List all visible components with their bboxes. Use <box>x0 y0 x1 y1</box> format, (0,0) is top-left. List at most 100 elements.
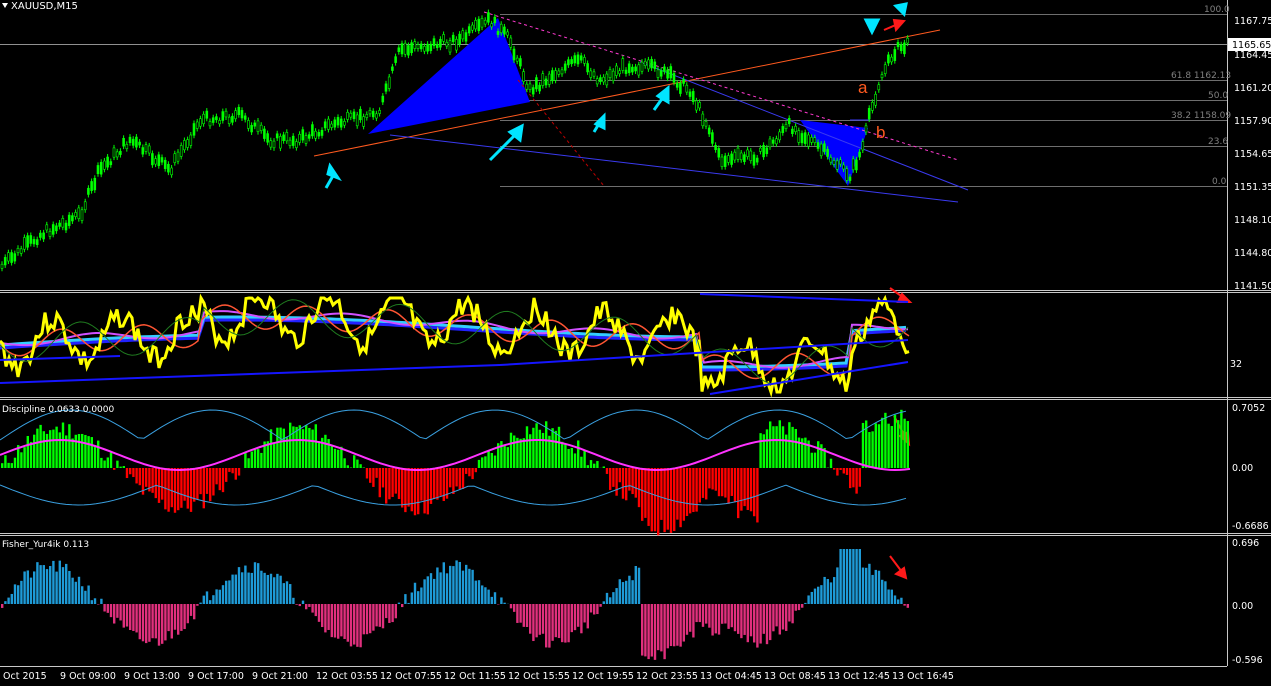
price-tick: 1144.80 <box>1234 248 1271 259</box>
discipline-bar <box>692 468 695 513</box>
fisher-bar <box>813 588 817 604</box>
time-tick: 9 Oct 21:00 <box>252 671 308 682</box>
fisher-bar <box>84 590 87 604</box>
fisher-bar <box>337 604 340 639</box>
fisher-bar <box>145 604 148 644</box>
candle-body <box>567 59 570 66</box>
candle-body <box>16 247 20 254</box>
discipline-bar <box>397 468 401 500</box>
time-tick: 12 Oct 07:55 <box>380 671 442 682</box>
candle-body <box>893 49 897 61</box>
oscillator-panel <box>0 293 910 398</box>
candle-body <box>371 110 375 118</box>
candle-body <box>231 115 234 123</box>
fisher-bar <box>695 604 698 623</box>
fisher-bar <box>196 604 199 606</box>
candle-body <box>128 136 132 143</box>
candle-body <box>755 157 759 163</box>
candle-body <box>87 187 90 195</box>
fisher-bar <box>423 579 426 604</box>
fisher-bar <box>295 604 298 605</box>
fisher-scale-top: 0.696 <box>1232 538 1259 549</box>
fisher-bar <box>845 549 849 604</box>
candle-body <box>746 149 749 157</box>
candle-body <box>234 110 237 120</box>
discipline-bar <box>282 428 285 468</box>
candle-body <box>464 32 468 42</box>
candle-body <box>195 121 199 129</box>
fisher-bar <box>301 600 305 604</box>
candle-body <box>71 215 74 222</box>
fisher-bar <box>221 585 225 604</box>
candle-body <box>595 78 599 85</box>
discipline-bar <box>212 468 215 496</box>
discipline-bar <box>727 468 730 504</box>
discipline-bar <box>81 433 84 468</box>
fisher-bar <box>74 581 77 604</box>
fisher-bar <box>513 604 516 612</box>
candle-body <box>490 23 493 28</box>
fisher-bar <box>615 588 618 604</box>
discipline-bar <box>781 426 785 468</box>
discipline-bar <box>893 414 897 468</box>
candle-body <box>727 155 730 163</box>
fisher-title: Fisher_Yur4ik 0.113 <box>2 540 89 550</box>
fisher-bar <box>724 604 727 624</box>
discipline-bar <box>401 468 404 508</box>
candle-body <box>871 102 874 111</box>
fisher-bar <box>548 604 551 648</box>
candle-body <box>496 31 500 35</box>
fisher-bar <box>484 587 487 604</box>
fisher-bar <box>109 604 113 618</box>
fisher-bar <box>647 604 650 660</box>
discipline-bar <box>721 468 724 497</box>
discipline-bar <box>221 468 225 493</box>
discipline-bar <box>679 468 682 528</box>
candle-body <box>813 137 817 144</box>
candle-body <box>343 121 346 126</box>
candle-body <box>339 118 343 128</box>
fisher-bar <box>225 580 228 604</box>
fisher-bar <box>253 562 257 604</box>
discipline-bar <box>55 426 58 468</box>
fisher-bar <box>861 567 865 604</box>
fisher-bar <box>868 563 871 604</box>
time-tick: 12 Oct 11:55 <box>444 671 506 682</box>
fisher-bar <box>228 580 231 604</box>
discipline-bar <box>202 468 205 509</box>
discipline-bar <box>151 468 154 493</box>
fisher-bar <box>161 604 164 644</box>
discipline-bar <box>897 420 900 468</box>
discipline-bar <box>791 426 794 468</box>
candle-body <box>298 134 301 143</box>
fisher-bar <box>90 600 93 604</box>
discipline-bar <box>407 468 410 507</box>
discipline-bar <box>346 465 349 468</box>
discipline-bar <box>372 468 375 487</box>
fisher-bar <box>292 597 295 604</box>
discipline-bar <box>557 426 561 468</box>
candle-body <box>592 71 596 77</box>
fisher-bar <box>244 565 247 604</box>
fisher-bar <box>436 567 439 604</box>
fisher-bar <box>858 549 861 604</box>
discipline-bar <box>663 468 666 533</box>
discipline-bar <box>410 468 413 512</box>
discipline-bar <box>484 456 487 468</box>
candle-body <box>583 57 586 64</box>
fisher-bar <box>797 604 801 611</box>
discipline-bar <box>685 468 689 516</box>
candle-body <box>551 70 554 82</box>
fisher-bar <box>740 604 743 639</box>
fisher-bar <box>417 591 420 604</box>
candle-body <box>176 151 180 162</box>
price-scale: 1167.75 1164.45 1161.20 1157.90 1154.65 … <box>1234 16 1271 292</box>
fisher-bar <box>551 604 554 641</box>
fisher-bar <box>570 604 573 633</box>
price-tick: 1141.50 <box>1234 281 1271 292</box>
fisher-bar <box>490 596 493 604</box>
candle-body <box>93 177 97 191</box>
fisher-bar <box>826 579 829 604</box>
fisher-bar <box>385 604 388 619</box>
discipline-bar <box>602 466 605 468</box>
